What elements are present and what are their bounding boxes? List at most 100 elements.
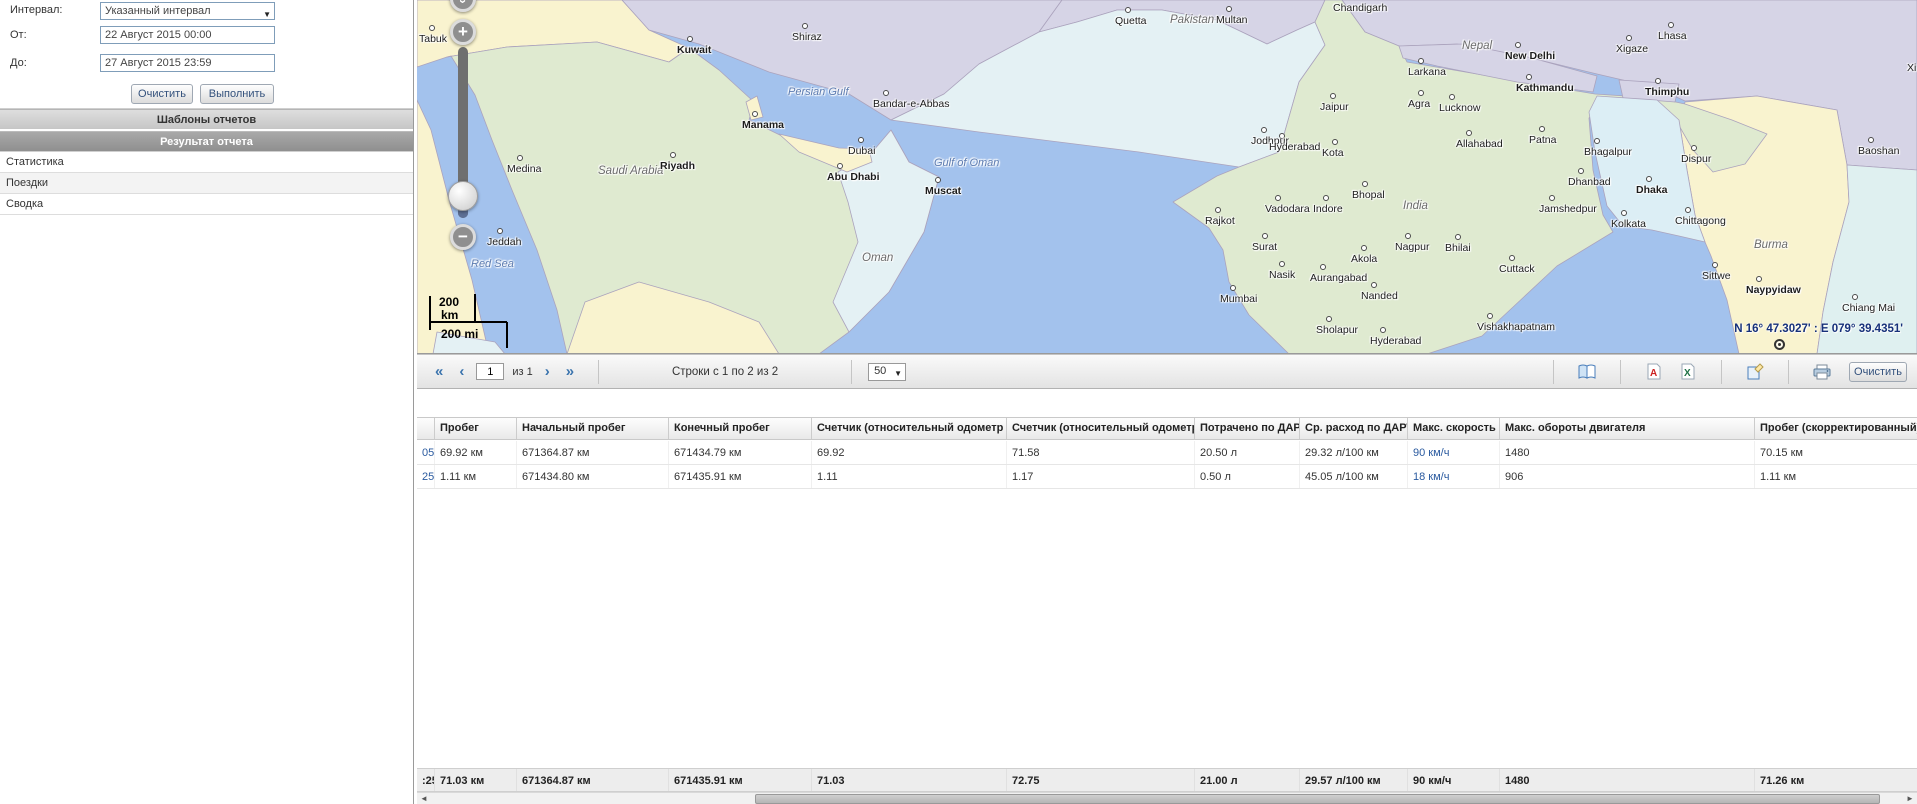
map-canvas[interactable]: TabukKuwaitShirazQuettaPakistanMultanCha… bbox=[417, 0, 1917, 354]
city-dot-icon bbox=[935, 177, 941, 183]
print-icon[interactable] bbox=[1811, 362, 1833, 382]
from-date-input[interactable] bbox=[100, 26, 275, 44]
toolbar-separator bbox=[851, 360, 852, 384]
execute-report-button[interactable]: Выполнить bbox=[200, 84, 274, 104]
zoom-in-button[interactable]: + bbox=[450, 19, 476, 45]
to-label: До: bbox=[10, 57, 27, 69]
column-header[interactable] bbox=[417, 418, 435, 439]
table-cell[interactable]: :25 bbox=[417, 769, 435, 791]
city-dot-icon bbox=[1526, 74, 1532, 80]
result-section-header[interactable]: Результат отчета bbox=[0, 131, 413, 152]
copy-report-icon[interactable] bbox=[1744, 362, 1766, 382]
city-dot-icon bbox=[802, 23, 808, 29]
table-cell: 69.92 bbox=[812, 441, 1007, 464]
table-cell: 671435.91 км bbox=[669, 465, 812, 488]
table-cell[interactable]: 25 bbox=[417, 465, 435, 488]
map-city-label: Indore bbox=[1313, 203, 1343, 215]
zoom-slider-thumb[interactable] bbox=[448, 181, 478, 211]
table-cell: 71.26 км bbox=[1755, 769, 1917, 791]
report-toolbar: « ‹ из 1 › » Строки с 1 по 2 из 2 50 ▼ A… bbox=[417, 354, 1917, 389]
page-total-label: из 1 bbox=[512, 366, 532, 378]
page-number-input[interactable] bbox=[476, 363, 504, 380]
table-cell: 906 bbox=[1500, 465, 1755, 488]
city-dot-icon bbox=[1418, 58, 1424, 64]
map-city-label: Cuttack bbox=[1499, 263, 1535, 275]
prev-page-button[interactable]: ‹ bbox=[451, 362, 472, 382]
report-result-list: СтатистикаПоездкиСводка bbox=[0, 152, 413, 215]
column-header[interactable]: Начальный пробег bbox=[517, 418, 669, 439]
excel-export-icon[interactable]: X bbox=[1677, 362, 1699, 382]
map-city-label: Mumbai bbox=[1220, 293, 1257, 305]
result-list-item[interactable]: Статистика bbox=[0, 152, 413, 173]
map-city-label: Nagpur bbox=[1395, 241, 1429, 253]
city-dot-icon bbox=[1215, 207, 1221, 213]
result-list-item[interactable]: Поездки bbox=[0, 173, 413, 194]
city-dot-icon bbox=[1852, 294, 1858, 300]
map-city-label: Dhanbad bbox=[1568, 176, 1611, 188]
map-city-label: Dispur bbox=[1681, 153, 1711, 165]
city-dot-icon bbox=[858, 137, 864, 143]
toolbar-clear-button[interactable]: Очистить bbox=[1849, 362, 1907, 382]
next-page-button[interactable]: › bbox=[537, 362, 558, 382]
map-city-label: Patna bbox=[1529, 134, 1556, 146]
templates-section-header[interactable]: Шаблоны отчетов bbox=[0, 109, 413, 130]
city-dot-icon bbox=[1125, 7, 1131, 13]
map-city-label: Muscat bbox=[925, 185, 961, 197]
table-cell[interactable]: 90 км/ч bbox=[1408, 441, 1500, 464]
city-dot-icon bbox=[1332, 139, 1338, 145]
city-dot-icon bbox=[1594, 138, 1600, 144]
sidebar-clear-button[interactable]: Очистить bbox=[131, 84, 193, 104]
map-city-label: Aurangabad bbox=[1310, 272, 1367, 284]
map-city-label: New Delhi bbox=[1505, 50, 1555, 62]
totals-row: :2571.03 км671364.87 км671435.91 км71.03… bbox=[417, 768, 1917, 792]
page-size-select[interactable]: 50 ▼ bbox=[868, 363, 906, 381]
city-dot-icon bbox=[1455, 234, 1461, 240]
table-cell: 21.00 л bbox=[1195, 769, 1300, 791]
city-dot-icon bbox=[1685, 207, 1691, 213]
first-page-button[interactable]: « bbox=[427, 362, 451, 382]
column-header[interactable]: Макс. обороты двигателя bbox=[1500, 418, 1755, 439]
table-cell: 20.50 л bbox=[1195, 441, 1300, 464]
column-header[interactable]: Пробег bbox=[435, 418, 517, 439]
table-cell: 1.11 bbox=[812, 465, 1007, 488]
table-cell[interactable]: 05 bbox=[417, 441, 435, 464]
map-city-label: Chittagong bbox=[1675, 215, 1726, 227]
last-page-button[interactable]: » bbox=[558, 362, 582, 382]
scroll-left-icon[interactable]: ◄ bbox=[417, 793, 431, 804]
city-dot-icon bbox=[1515, 42, 1521, 48]
table-cell[interactable]: 18 км/ч bbox=[1408, 465, 1500, 488]
report-result-grid: ПробегНачальный пробегКонечный пробегСче… bbox=[417, 389, 1917, 804]
svg-text:km: km bbox=[441, 308, 458, 322]
interval-select[interactable]: Указанный интервал ▼ bbox=[100, 2, 275, 20]
table-cell: 1.11 км bbox=[435, 465, 517, 488]
column-header[interactable]: Счетчик (относительный одометр КАН) bbox=[812, 418, 1007, 439]
zoom-out-button[interactable]: − bbox=[450, 224, 476, 250]
city-dot-icon bbox=[517, 155, 523, 161]
column-header[interactable]: Конечный пробег bbox=[669, 418, 812, 439]
table-cell: 671434.79 км bbox=[669, 441, 812, 464]
to-date-input[interactable] bbox=[100, 54, 275, 72]
city-dot-icon bbox=[1405, 233, 1411, 239]
column-header[interactable]: Ср. расход по ДАРТ bbox=[1300, 418, 1408, 439]
report-template-icon[interactable] bbox=[1576, 362, 1598, 382]
map-city-label: Bhopal bbox=[1352, 189, 1385, 201]
map-city-label: Lhasa bbox=[1658, 30, 1687, 42]
map-city-label: Bhilai bbox=[1445, 242, 1471, 254]
city-dot-icon bbox=[670, 152, 676, 158]
scrollbar-thumb[interactable] bbox=[755, 794, 1880, 804]
map-city-label: Medina bbox=[507, 163, 541, 175]
result-list-item[interactable]: Сводка bbox=[0, 194, 413, 215]
map-city-label: Hyderabad bbox=[1370, 335, 1421, 347]
column-header[interactable]: Счетчик (относительный одометр GPS) bbox=[1007, 418, 1195, 439]
column-header[interactable]: Потрачено по ДАРТ bbox=[1195, 418, 1300, 439]
unit-location-marker[interactable] bbox=[1774, 339, 1785, 350]
horizontal-scrollbar[interactable]: ◄ ► bbox=[417, 792, 1917, 804]
column-header[interactable]: Макс. скорость bbox=[1408, 418, 1500, 439]
map-city-label: Quetta bbox=[1115, 15, 1147, 27]
map-city-label: Vishakhapatnam bbox=[1477, 321, 1555, 333]
city-dot-icon bbox=[1279, 261, 1285, 267]
pdf-export-icon[interactable]: A bbox=[1643, 362, 1665, 382]
chevron-down-icon: ▼ bbox=[894, 369, 902, 378]
scroll-right-icon[interactable]: ► bbox=[1903, 793, 1917, 804]
column-header[interactable]: Пробег (скорректированный) bbox=[1755, 418, 1917, 439]
